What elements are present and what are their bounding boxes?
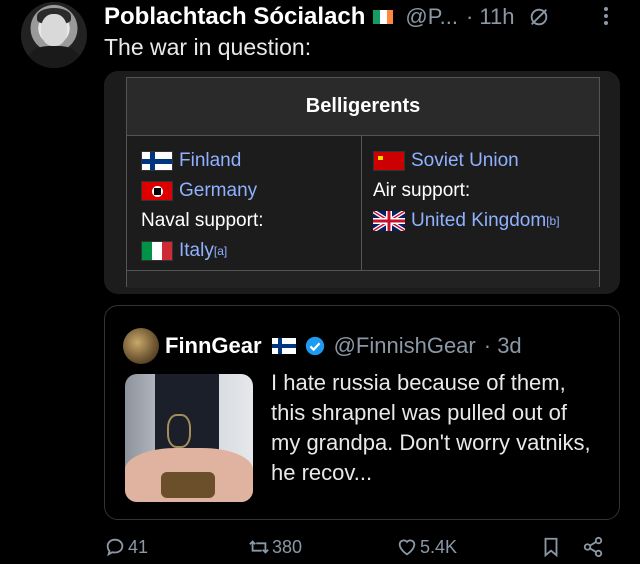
author-avatar[interactable] <box>21 2 87 68</box>
quote-header: FinnGear @FinnishGear · 3d <box>165 328 522 364</box>
list-item: Finland <box>141 146 361 176</box>
muted-icon <box>531 8 548 26</box>
finland-link[interactable]: Finland <box>179 150 241 172</box>
uk-flag-icon <box>373 211 405 231</box>
author-name[interactable]: Poblachtach Sócialach <box>104 3 365 31</box>
soviet-flag-icon <box>373 151 405 171</box>
allies-column: Finland Germany Naval support: Italy [a] <box>141 136 361 266</box>
quote-time[interactable]: · 3d <box>484 333 522 359</box>
share-icon <box>583 536 603 558</box>
quote-author-handle[interactable]: @FinnishGear <box>334 333 476 359</box>
italy-flag-icon <box>141 241 173 261</box>
soviet-union-link[interactable]: Soviet Union <box>411 150 519 172</box>
tweet-actions: 41 380 5.4K <box>104 536 620 564</box>
like-count: 5.4K <box>420 536 458 557</box>
like-icon <box>398 539 416 556</box>
reply-count: 41 <box>128 536 149 557</box>
ireland-flag-icon <box>373 10 394 24</box>
tweet-time[interactable]: · 11h <box>466 4 515 30</box>
retweet-button[interactable]: 380 <box>248 536 302 558</box>
retweet-icon <box>249 540 269 554</box>
germany-flag-icon <box>141 181 173 201</box>
tweet-image[interactable]: Belligerents Finland Germany Naval suppo… <box>104 71 620 294</box>
naval-support-label: Naval support: <box>141 210 264 231</box>
retweet-count: 380 <box>272 536 303 557</box>
list-item: United Kingdom [b] <box>373 206 597 236</box>
tweet-text: The war in question: <box>104 34 312 60</box>
reply-button[interactable]: 41 <box>104 536 148 558</box>
quote-text: I hate russia because of them, this shra… <box>271 370 591 485</box>
more-icon[interactable] <box>596 4 616 30</box>
germany-link[interactable]: Germany <box>179 180 257 202</box>
footnote-a[interactable]: [a] <box>214 244 227 258</box>
finland-flag-icon <box>141 151 173 171</box>
finland-flag-icon <box>271 338 296 354</box>
opponents-column: Soviet Union Air support: United Kingdom… <box>373 136 597 266</box>
share-button[interactable] <box>582 536 606 558</box>
united-kingdom-link[interactable]: United Kingdom <box>411 210 546 232</box>
table-heading: Belligerents <box>127 78 599 136</box>
quote-author-name[interactable]: FinnGear <box>165 333 262 359</box>
quoted-tweet[interactable]: FinnGear @FinnishGear · 3d I hate russia… <box>104 305 620 520</box>
italy-link[interactable]: Italy <box>179 240 214 262</box>
verified-icon <box>305 336 324 356</box>
like-button[interactable]: 5.4K <box>396 536 457 558</box>
list-item: Naval support: <box>141 206 361 236</box>
bookmark-button[interactable] <box>540 536 564 558</box>
reply-icon <box>106 538 124 557</box>
bookmark-icon <box>544 537 558 558</box>
footnote-b[interactable]: [b] <box>546 214 559 228</box>
tweet-header: Poblachtach Sócialach @P... · 11h <box>104 2 550 32</box>
quote-image[interactable] <box>125 374 253 502</box>
list-item: Air support: <box>373 176 597 206</box>
belligerents-table: Belligerents Finland Germany Naval suppo… <box>126 77 600 288</box>
author-handle[interactable]: @P... <box>405 4 458 30</box>
list-item: Italy [a] <box>141 236 361 266</box>
list-item: Germany <box>141 176 361 206</box>
list-item: Soviet Union <box>373 146 597 176</box>
quote-avatar[interactable] <box>123 328 159 364</box>
air-support-label: Air support: <box>373 180 471 201</box>
